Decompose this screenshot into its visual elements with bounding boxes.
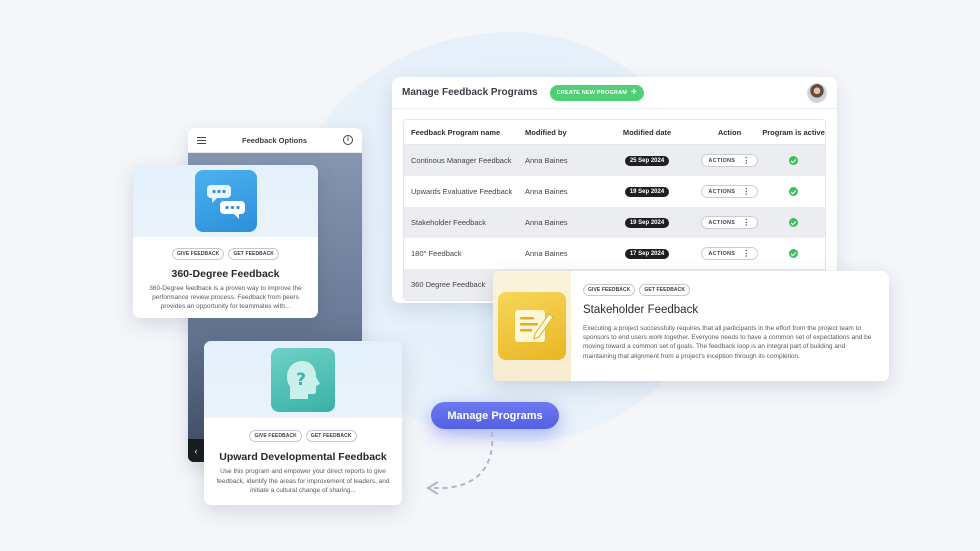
- chat-bubbles-icon: [194, 170, 257, 232]
- check-icon: [789, 187, 798, 196]
- program-name: Stakeholder Feedback: [411, 218, 487, 227]
- actions-label: ACTIONS: [708, 250, 736, 257]
- manage-header: Manage Feedback Programs CREATE NEW PROG…: [392, 77, 837, 109]
- actions-label: ACTIONS: [708, 157, 736, 164]
- chevron-left-icon: ‹: [194, 445, 198, 456]
- menu-icon[interactable]: [197, 136, 206, 144]
- check-icon: [789, 156, 798, 165]
- avatar[interactable]: [807, 82, 827, 103]
- card-title: Stakeholder Feedback: [583, 304, 699, 316]
- kebab-icon: ⋮: [742, 248, 751, 258]
- kebab-icon: ⋮: [742, 217, 751, 227]
- tag-get-feedback: GET FEEDBACK: [305, 430, 357, 442]
- modified-by: Anna Baines: [525, 156, 568, 165]
- table-row[interactable]: Stakeholder Feedback Anna Baines 19 Sep …: [404, 207, 825, 238]
- create-label: CREATE NEW PROGRAM: [556, 89, 628, 96]
- program-name: Continous Manager Feedback: [411, 156, 512, 165]
- actions-label: ACTIONS: [708, 188, 736, 195]
- card-hero: ?: [204, 341, 402, 418]
- modified-by: Anna Baines: [525, 218, 568, 227]
- phone-title: Feedback Options: [241, 135, 307, 145]
- tag-give-feedback: GIVE FEEDBACK: [583, 284, 636, 296]
- tag-get-feedback: GET FEEDBACK: [228, 248, 280, 260]
- card-title: Upward Developmental Feedback: [219, 451, 387, 463]
- check-icon: [789, 218, 798, 227]
- col-header-action: Action: [717, 127, 742, 137]
- tag-list: GIVE FEEDBACK GET FEEDBACK: [583, 284, 877, 296]
- table-row[interactable]: 180° Feedback Anna Baines 17 Sep 2024 AC…: [404, 238, 825, 269]
- card-description: 360-Degree feedback is a proven way to i…: [149, 285, 302, 310]
- program-card-upward[interactable]: ? GIVE FEEDBACK GET FEEDBACK Upward Deve…: [204, 341, 402, 505]
- program-name: 180° Feedback: [411, 249, 462, 258]
- program-name: Upwards Evaluative Feedback: [411, 187, 513, 196]
- back-button[interactable]: ‹: [188, 439, 204, 462]
- plus-icon: +: [631, 86, 638, 98]
- dashed-arrow-icon: [426, 431, 494, 495]
- date-pill: 19 Sep 2024: [624, 217, 670, 228]
- manage-programs-window: Manage Feedback Programs CREATE NEW PROG…: [392, 77, 837, 303]
- program-card-stakeholder[interactable]: GIVE FEEDBACK GET FEEDBACK Stakeholder F…: [493, 271, 889, 381]
- actions-button[interactable]: ACTIONS ⋮: [701, 216, 758, 229]
- modified-by: Anna Baines: [525, 187, 568, 196]
- actions-label: ACTIONS: [708, 219, 736, 226]
- tag-give-feedback: GIVE FEEDBACK: [249, 430, 302, 442]
- phone-header: Feedback Options i: [188, 128, 362, 153]
- info-icon[interactable]: i: [342, 135, 353, 145]
- card-description: Use this program and empower your direct…: [216, 468, 390, 494]
- kebab-icon: ⋮: [742, 155, 751, 165]
- date-pill: 17 Sep 2024: [624, 248, 670, 259]
- create-new-program-button[interactable]: CREATE NEW PROGRAM +: [549, 84, 645, 101]
- manage-programs-button[interactable]: Manage Programs: [431, 402, 559, 429]
- card-title: 360-Degree Feedback: [171, 268, 280, 280]
- table-header-row: Feedback Program name Modified by Modifi…: [404, 120, 825, 145]
- modified-by: Anna Baines: [525, 249, 568, 258]
- manage-title: Manage Feedback Programs: [402, 87, 538, 98]
- program-card-360[interactable]: GIVE FEEDBACK GET FEEDBACK 360-Degree Fe…: [133, 165, 318, 318]
- actions-button[interactable]: ACTIONS ⋮: [701, 185, 758, 198]
- col-header-active: Program is active: [762, 127, 825, 137]
- date-pill: 19 Sep 2024: [624, 186, 670, 197]
- actions-button[interactable]: ACTIONS ⋮: [701, 154, 758, 167]
- tag-give-feedback: GIVE FEEDBACK: [171, 248, 225, 260]
- svg-text:?: ?: [296, 370, 306, 390]
- card-hero: [493, 271, 571, 381]
- tag-list: GIVE FEEDBACK GET FEEDBACK: [204, 430, 402, 442]
- kebab-icon: ⋮: [742, 186, 751, 196]
- card-body: GIVE FEEDBACK GET FEEDBACK Stakeholder F…: [571, 271, 889, 381]
- col-header-name[interactable]: Feedback Program name: [404, 128, 525, 137]
- head-question-icon: ?: [271, 347, 335, 412]
- card-hero: [133, 165, 318, 237]
- card-description: Executing a project successfully require…: [583, 325, 872, 360]
- check-icon: [789, 249, 798, 258]
- date-pill: 25 Sep 2024: [624, 155, 670, 166]
- table-row[interactable]: Continous Manager Feedback Anna Baines 2…: [404, 145, 825, 176]
- manage-programs-label: Manage Programs: [447, 409, 543, 422]
- col-header-modified-date[interactable]: Modified date: [597, 128, 697, 137]
- actions-button[interactable]: ACTIONS ⋮: [701, 247, 758, 260]
- tag-list: GIVE FEEDBACK GET FEEDBACK: [133, 248, 318, 260]
- note-pen-icon: [498, 292, 566, 360]
- col-header-modified-by[interactable]: Modified by: [525, 128, 597, 137]
- tag-get-feedback: GET FEEDBACK: [639, 284, 691, 296]
- table-row[interactable]: Upwards Evaluative Feedback Anna Baines …: [404, 176, 825, 207]
